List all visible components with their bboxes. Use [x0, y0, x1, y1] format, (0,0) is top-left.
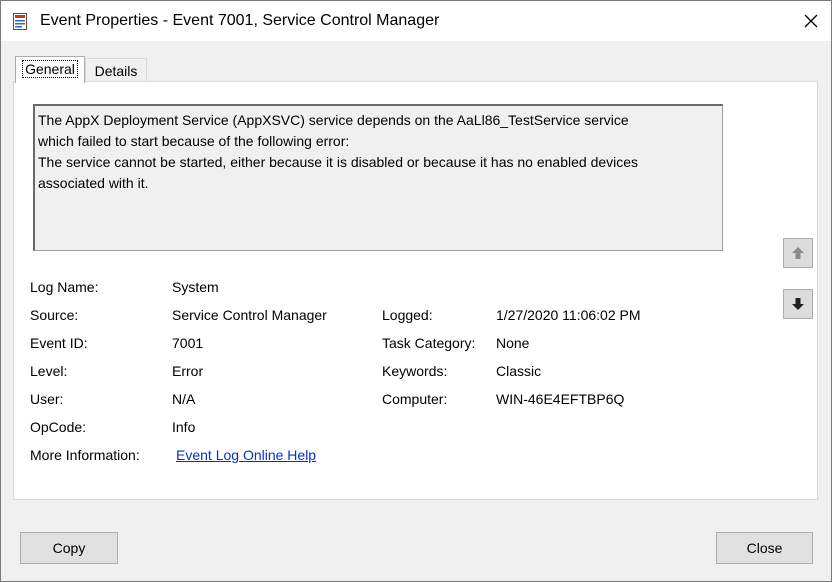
logged-label: Logged:: [382, 307, 433, 323]
opcode-value: Info: [172, 419, 196, 435]
tab-details-label: Details: [94, 63, 138, 79]
computer-value: WIN-46E4EFTBP6Q: [496, 391, 625, 407]
tab-general-label: General: [22, 60, 78, 78]
event-properties-window: Event Properties - Event 7001, Service C…: [0, 0, 832, 582]
arrow-down-icon: [792, 298, 804, 310]
description-line: The service cannot be started, either be…: [38, 154, 639, 170]
opcode-label: OpCode:: [30, 419, 87, 435]
task-category-label: Task Category:: [382, 335, 476, 351]
description-line: The AppX Deployment Service (AppXSVC) se…: [38, 112, 629, 128]
task-category-value: None: [496, 335, 530, 351]
user-label: User:: [30, 391, 64, 407]
source-value: Service Control Manager: [172, 307, 327, 323]
description-line: associated with it.: [38, 175, 149, 191]
level-label: Level:: [30, 363, 68, 379]
event-viewer-icon: [13, 13, 27, 30]
log-name-value: System: [172, 279, 219, 295]
description-line: which failed to start because of the fol…: [38, 133, 350, 149]
previous-event-button[interactable]: [783, 238, 813, 268]
user-value: N/A: [172, 391, 196, 407]
log-name-label: Log Name:: [30, 279, 99, 295]
keywords-value: Classic: [496, 363, 542, 379]
computer-label: Computer:: [382, 391, 448, 407]
event-id-label: Event ID:: [30, 335, 88, 351]
level-value: Error: [172, 363, 204, 379]
more-information-label: More Information:: [30, 447, 140, 463]
copy-button[interactable]: Copy: [20, 532, 118, 564]
close-window-button[interactable]: [791, 3, 831, 39]
event-log-online-help-link[interactable]: Event Log Online Help: [176, 446, 316, 464]
logged-value: 1/27/2020 11:06:02 PM: [496, 307, 641, 323]
event-description-box[interactable]: The AppX Deployment Service (AppXSVC) se…: [33, 104, 723, 251]
copy-button-label: Copy: [52, 540, 86, 556]
arrow-up-icon: [792, 247, 804, 259]
tab-general[interactable]: General: [15, 56, 85, 83]
title-bar: Event Properties - Event 7001, Service C…: [1, 1, 831, 41]
event-id-value: 7001: [172, 335, 204, 351]
source-label: Source:: [30, 307, 79, 323]
close-icon: [804, 14, 818, 28]
tab-details[interactable]: Details: [85, 58, 147, 83]
keywords-label: Keywords:: [382, 363, 448, 379]
window-title: Event Properties - Event 7001, Service C…: [40, 12, 440, 29]
close-button[interactable]: Close: [716, 532, 813, 564]
next-event-button[interactable]: [783, 289, 813, 319]
close-button-label: Close: [746, 540, 783, 556]
